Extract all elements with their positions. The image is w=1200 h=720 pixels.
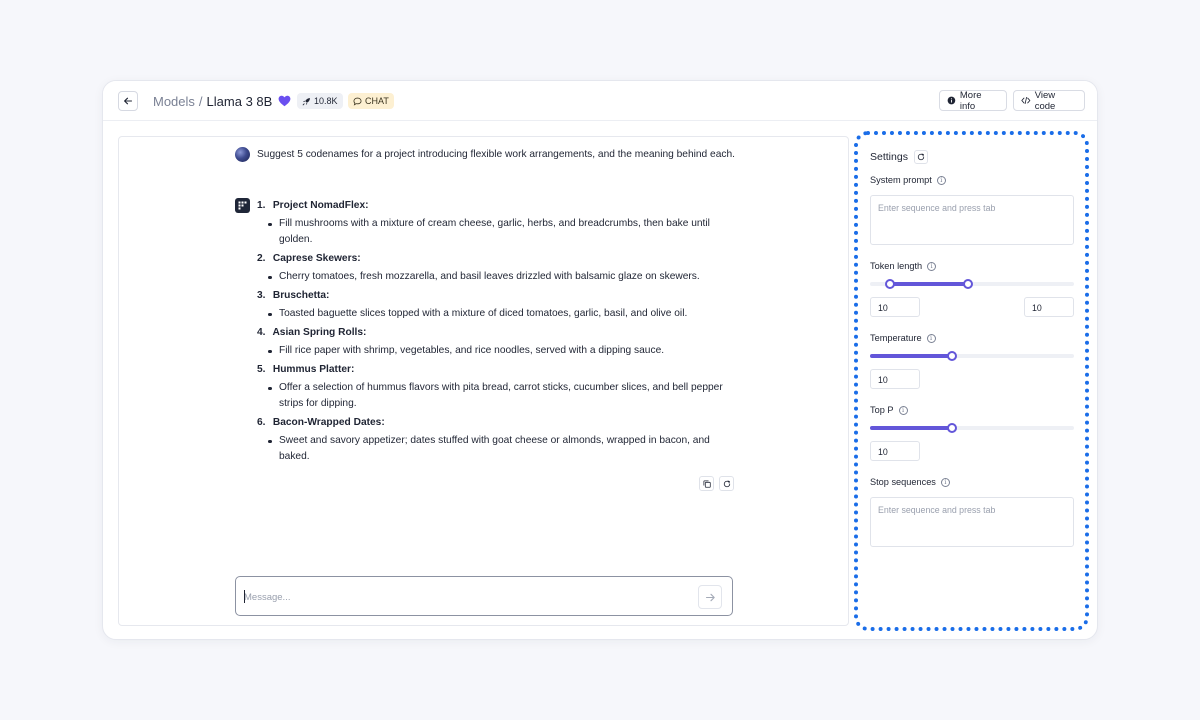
slider-handle[interactable]: [946, 351, 957, 361]
slider-max-handle[interactable]: [962, 279, 973, 289]
token-length-slider[interactable]: [870, 278, 1074, 290]
item-number: 4.: [257, 327, 266, 338]
user-avatar: [235, 147, 250, 162]
rocket-icon: [302, 97, 310, 105]
list-item: 6. Bacon-Wrapped Dates: Sweet and savory…: [257, 415, 737, 465]
slider-handle[interactable]: [946, 423, 957, 433]
settings-header: Settings: [870, 149, 1074, 165]
item-number: 2.: [257, 253, 266, 264]
info-icon[interactable]: i: [936, 175, 946, 185]
item-title: Asian Spring Rolls:: [272, 327, 367, 338]
system-prompt-label: System prompt i: [870, 173, 1074, 187]
temperature-input[interactable]: 10: [870, 369, 920, 389]
info-circle-icon: [947, 96, 956, 105]
stop-sequences-placeholder: Enter sequence and press tab: [878, 505, 996, 515]
item-title: Bacon-Wrapped Dates:: [272, 417, 385, 428]
info-icon[interactable]: i: [927, 261, 937, 271]
response-list: 1. Project NomadFlex: Fill mushrooms wit…: [257, 198, 737, 468]
temperature-slider[interactable]: [870, 350, 1074, 362]
list-item: 4. Asian Spring Rolls: Fill rice paper w…: [257, 325, 737, 359]
slider-min-handle[interactable]: [885, 279, 896, 289]
breadcrumb-models-link[interactable]: Models: [153, 94, 195, 109]
bot-logo-icon: [238, 201, 247, 210]
user-message-text: Suggest 5 codenames for a project introd…: [257, 149, 735, 160]
more-info-button[interactable]: More info: [939, 89, 1007, 112]
refresh-icon: [723, 480, 730, 487]
refresh-icon: [917, 153, 925, 161]
token-length-inputs: 10 10: [870, 297, 1074, 317]
breadcrumb-separator: /: [198, 93, 203, 109]
message-input[interactable]: [244, 589, 684, 605]
item-description: Fill mushrooms with a mixture of cream c…: [257, 216, 737, 248]
item-description: Sweet and savory appetizer; dates stuffe…: [257, 433, 737, 465]
reset-settings-button[interactable]: [913, 150, 928, 164]
item-title: Project NomadFlex:: [272, 200, 369, 211]
copy-button[interactable]: [699, 476, 714, 491]
chat-panel: Suggest 5 codenames for a project introd…: [118, 136, 849, 626]
temperature-label: Temperature i: [870, 331, 1074, 345]
top-bar: Models / Llama 3 8B 10.8K CHAT More info…: [103, 81, 1097, 121]
slider-fill: [870, 426, 952, 430]
arrow-right-icon: [705, 593, 715, 601]
item-number: 1.: [257, 200, 266, 211]
chat-bubble-icon: [353, 97, 362, 106]
breadcrumb: Models / Llama 3 8B: [153, 92, 291, 110]
slider-fill: [870, 354, 952, 358]
view-code-button[interactable]: View code: [1013, 89, 1085, 112]
info-icon[interactable]: i: [940, 477, 950, 487]
list-item: 1. Project NomadFlex: Fill mushrooms wit…: [257, 198, 737, 248]
token-length-label: Token length i: [870, 259, 1074, 273]
message-composer: [235, 576, 733, 616]
likes-badge: 10.8K: [297, 93, 343, 109]
item-title: Hummus Platter:: [272, 364, 355, 375]
send-button[interactable]: [698, 585, 722, 609]
item-number: 3.: [257, 290, 266, 301]
top-p-slider[interactable]: [870, 422, 1074, 434]
assistant-avatar: [235, 198, 250, 213]
list-item: 2. Caprese Skewers: Cherry tomatoes, fre…: [257, 251, 737, 285]
likes-count: 10.8K: [314, 96, 338, 106]
chat-badge: CHAT: [348, 93, 394, 109]
message-actions: [699, 476, 734, 491]
stop-sequences-label: Stop sequences i: [870, 475, 1074, 489]
code-icon: [1021, 96, 1031, 105]
settings-panel: Settings System prompt i Enter sequence …: [854, 131, 1089, 631]
token-length-min-input[interactable]: 10: [870, 297, 920, 317]
item-description: Cherry tomatoes, fresh mozzarella, and b…: [257, 269, 737, 285]
chat-badge-label: CHAT: [365, 96, 389, 106]
system-prompt-input[interactable]: Enter sequence and press tab: [870, 195, 1074, 245]
arrow-left-icon: [124, 97, 133, 105]
item-number: 5.: [257, 364, 266, 375]
list-item: 3. Bruschetta: Toasted baguette slices t…: [257, 288, 737, 322]
text-caret: [244, 590, 245, 603]
info-icon[interactable]: i: [926, 333, 936, 343]
playground-window: Models / Llama 3 8B 10.8K CHAT More info…: [102, 80, 1098, 640]
settings-title: Settings: [870, 151, 908, 163]
top-p-input[interactable]: 10: [870, 441, 920, 461]
system-prompt-placeholder: Enter sequence and press tab: [878, 203, 996, 213]
token-length-max-input[interactable]: 10: [1024, 297, 1074, 317]
item-title: Bruschetta:: [272, 290, 330, 301]
more-info-label: More info: [959, 89, 982, 112]
info-icon[interactable]: i: [898, 405, 908, 415]
item-title: Caprese Skewers:: [272, 253, 361, 264]
view-code-label: View code: [1034, 89, 1056, 112]
stop-sequences-input[interactable]: Enter sequence and press tab: [870, 497, 1074, 547]
regenerate-button[interactable]: [719, 476, 734, 491]
back-button[interactable]: [118, 91, 138, 111]
list-item: 5. Hummus Platter: Offer a selection of …: [257, 362, 737, 412]
item-description: Offer a selection of hummus flavors with…: [257, 380, 737, 412]
top-p-label: Top P i: [870, 403, 1074, 417]
slider-fill: [890, 282, 968, 286]
copy-icon: [703, 480, 711, 488]
item-description: Fill rice paper with shrimp, vegetables,…: [257, 343, 737, 359]
heart-icon[interactable]: [278, 95, 291, 107]
item-description: Toasted baguette slices topped with a mi…: [257, 306, 737, 322]
item-number: 6.: [257, 417, 266, 428]
model-name: Llama 3 8B: [206, 93, 273, 109]
